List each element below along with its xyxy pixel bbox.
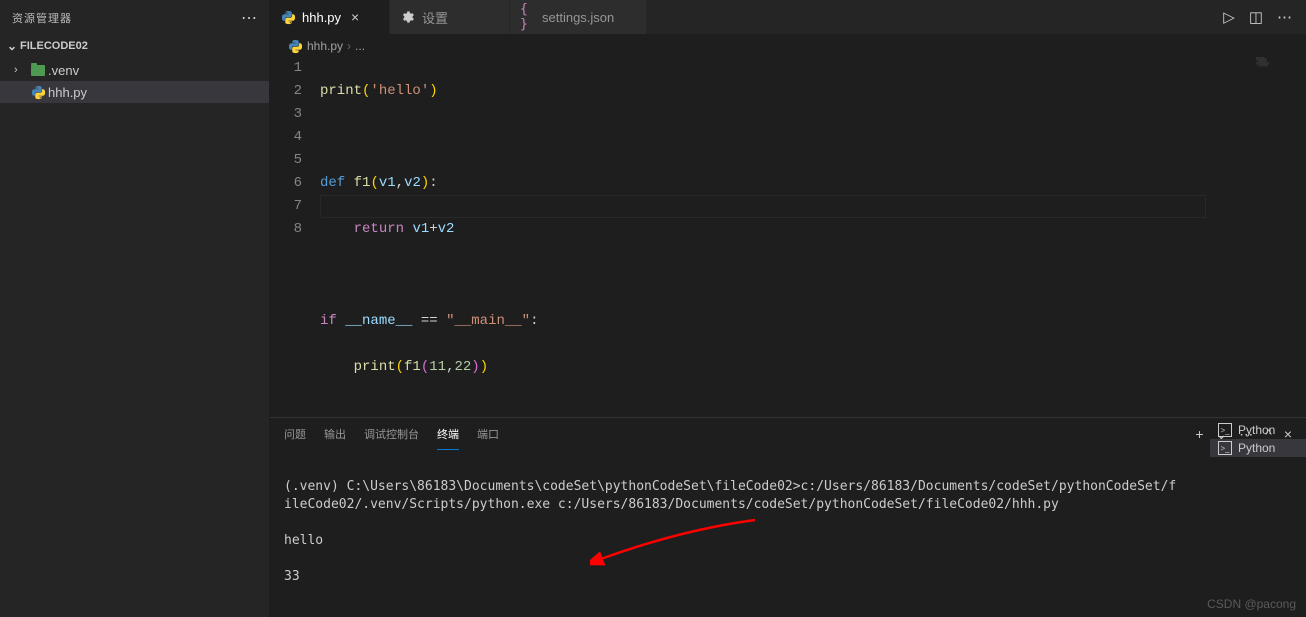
token: 11 [429, 359, 446, 375]
explorer-folder-section[interactable]: ⌄ FILECODE02 [0, 35, 269, 57]
terminal-session[interactable]: >_ Python [1210, 421, 1306, 439]
python-icon [28, 85, 48, 100]
token: def [320, 175, 345, 191]
terminal-list: >_ Python >_ Python [1210, 421, 1306, 457]
token: f1 [354, 175, 371, 191]
chevron-right-icon: › [14, 64, 28, 76]
panel-tab-output[interactable]: 输出 [324, 418, 346, 450]
editor-tabbar: hhh.py × 设置 × { } settings.json × ▷ ◫ ⋯ [270, 0, 1306, 35]
breadcrumb-tail: ... [355, 39, 365, 53]
token: print [354, 359, 396, 375]
explorer-more-icon[interactable]: ⋯ [241, 8, 257, 28]
breadcrumb-file: hhh.py [307, 39, 343, 53]
token: v2 [404, 175, 421, 191]
line-number: 5 [270, 149, 302, 172]
terminal-icon: >_ [1218, 423, 1232, 437]
new-terminal-icon[interactable]: + [1195, 426, 1203, 443]
editor-area: hhh.py × 设置 × { } settings.json × ▷ ◫ ⋯ … [270, 0, 1306, 617]
explorer-header: 资源管理器 ⋯ [0, 0, 269, 35]
run-icon[interactable]: ▷ [1223, 8, 1235, 26]
terminal-session-label: Python [1238, 423, 1275, 437]
python-icon [280, 10, 296, 25]
token: v2 [438, 221, 455, 237]
tree-item-venv[interactable]: › .venv [0, 59, 269, 81]
terminal-session[interactable]: >_ Python [1210, 439, 1306, 457]
token: + [429, 221, 437, 237]
workspace-name: FILECODE02 [20, 40, 88, 52]
code-content[interactable]: print('hello') def f1(v1,v2): return v1+… [320, 57, 1306, 417]
token: v1 [412, 221, 429, 237]
current-line-highlight [320, 195, 1206, 218]
token: f1 [404, 359, 421, 375]
panel-tab-problems[interactable]: 问题 [284, 418, 306, 450]
tab-label: 设置 [422, 8, 448, 27]
token: __name__ [345, 313, 412, 329]
line-number: 7 [270, 195, 302, 218]
terminal-line: (.venv) C:\Users\86183\Documents\codeSet… [284, 478, 1184, 514]
line-number: 1 [270, 57, 302, 80]
tab-hhh[interactable]: hhh.py × [270, 0, 390, 34]
line-number: 6 [270, 172, 302, 195]
bottom-panel: 问题 输出 调试控制台 终端 端口 + ⌄ ⋯ ^ × (.venv) C:\U… [270, 417, 1306, 617]
tab-label: settings.json [542, 10, 614, 25]
json-icon: { } [520, 2, 536, 32]
token: "__main__" [446, 313, 530, 329]
more-icon[interactable]: ⋯ [1277, 8, 1292, 26]
terminal-line: hello [284, 532, 1292, 550]
tab-settings-json[interactable]: { } settings.json × [510, 0, 647, 34]
panel-tabs: 问题 输出 调试控制台 终端 端口 + ⌄ ⋯ ^ × [270, 418, 1306, 450]
terminal-session-label: Python [1238, 441, 1275, 455]
line-number: 4 [270, 126, 302, 149]
token: v1 [379, 175, 396, 191]
folder-icon [28, 65, 48, 76]
token: if [320, 313, 337, 329]
token: print [320, 83, 362, 99]
python-icon [288, 39, 303, 54]
close-icon[interactable]: × [347, 9, 363, 25]
line-number: 8 [270, 218, 302, 241]
tree-item-label: hhh.py [48, 85, 87, 100]
editor-actions: ▷ ◫ ⋯ [1209, 0, 1306, 34]
tab-label: hhh.py [302, 10, 341, 25]
tree-item-hhh[interactable]: hhh.py [0, 81, 269, 103]
panel-tab-debug[interactable]: 调试控制台 [364, 418, 419, 450]
tree-item-label: .venv [48, 63, 79, 78]
minimap[interactable]: ▓▓▓▓▓▓▓ ▓▓▓▓▓▓▓▓▓ ▓▓▓▓▓▓▓ ▓▓▓▓▓▓▓▓▓▓▓ ▓▓… [1256, 57, 1296, 77]
panel-tab-ports[interactable]: 端口 [477, 418, 499, 450]
line-number: 2 [270, 80, 302, 103]
line-gutter: 1 2 3 4 5 6 7 8 [270, 57, 320, 417]
terminal-line: 33 [284, 568, 1292, 586]
terminal[interactable]: (.venv) C:\Users\86183\Documents\codeSet… [270, 450, 1306, 617]
tab-settings[interactable]: 设置 × [390, 0, 510, 34]
line-number: 3 [270, 103, 302, 126]
file-tree: › .venv hhh.py [0, 57, 269, 105]
breadcrumb[interactable]: hhh.py › ... [270, 35, 1306, 57]
panel-tab-terminal[interactable]: 终端 [437, 418, 459, 450]
token: return [354, 221, 404, 237]
token: 'hello' [370, 83, 429, 99]
terminal-icon: >_ [1218, 441, 1232, 455]
chevron-down-icon: ⌄ [4, 39, 20, 53]
explorer-sidebar: 资源管理器 ⋯ ⌄ FILECODE02 › .venv hhh.py [0, 0, 270, 617]
token: 22 [454, 359, 471, 375]
token: == [421, 313, 438, 329]
gear-icon [400, 10, 416, 24]
breadcrumb-sep: › [347, 39, 351, 53]
explorer-title: 资源管理器 [12, 10, 72, 26]
code-editor[interactable]: 1 2 3 4 5 6 7 8 print('hello') def f1(v1… [270, 57, 1306, 417]
split-editor-icon[interactable]: ◫ [1249, 8, 1263, 26]
watermark: CSDN @pacong [1207, 597, 1296, 611]
